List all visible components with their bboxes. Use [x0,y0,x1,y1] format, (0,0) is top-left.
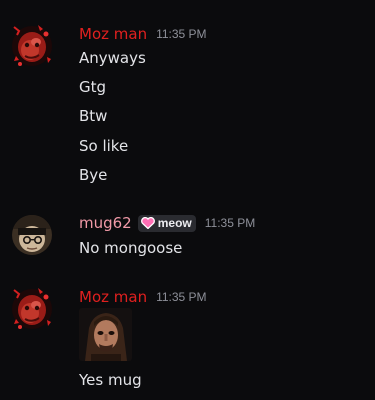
message-header: mug62 meow 11:35 PM [79,212,255,234]
message-text: Yes mug [79,371,142,389]
badge-label: meow [157,216,192,230]
image-attachment[interactable] [79,308,132,361]
username[interactable]: Moz man [79,25,147,43]
username[interactable]: mug62 [79,214,132,232]
message-group: Moz man 11:35 PM Anyways Gtg Btw So like… [0,24,375,194]
message-text: Anyways [79,49,146,67]
avatar[interactable] [12,287,52,329]
avatar[interactable] [12,24,52,66]
chat-messages: Moz man 11:35 PM Anyways Gtg Btw So like… [0,0,375,400]
message-header: Moz man 11:35 PM [79,286,207,308]
avatar[interactable] [12,215,52,255]
message-text: Btw [79,107,108,125]
message-text: So like [79,137,129,155]
timestamp[interactable]: 11:35 PM [156,290,206,304]
username[interactable]: Moz man [79,288,147,306]
timestamp[interactable]: 11:35 PM [156,27,206,41]
role-badge[interactable]: meow [137,214,196,232]
message-text: Gtg [79,78,107,96]
message-group: Moz man 11:35 PM Yes mug [0,287,375,397]
heart-icon [140,216,155,230]
message-text: Bye [79,166,108,184]
message-group: mug62 meow 11:35 PM No mongoose [0,213,375,263]
timestamp[interactable]: 11:35 PM [205,216,255,230]
message-header: Moz man 11:35 PM [79,23,207,45]
message-text: No mongoose [79,239,183,257]
